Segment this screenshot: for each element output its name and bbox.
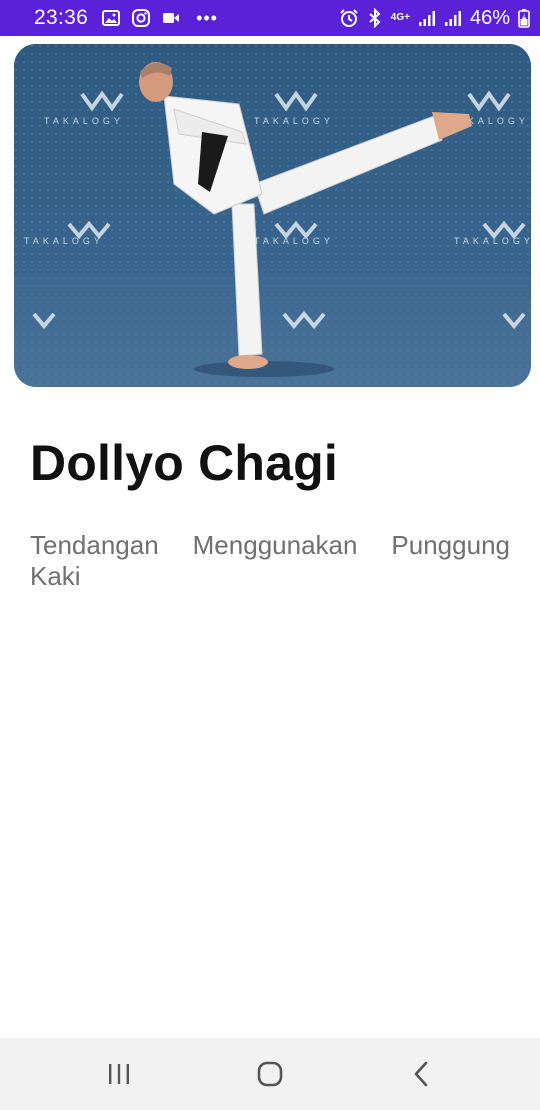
- watermark-text: TAKALOGY: [454, 236, 531, 246]
- back-button[interactable]: [391, 1054, 451, 1094]
- recent-apps-icon: [106, 1062, 132, 1086]
- page-title: Dollyo Chagi: [30, 435, 338, 491]
- home-button[interactable]: [240, 1054, 300, 1094]
- bluetooth-icon: [367, 8, 383, 28]
- kick-illustration-image: TAKALOGY TAKALOGY TAKALOGY TAKALOGY TAKA…: [14, 44, 531, 387]
- watermark-text: TAKALOGY: [24, 236, 104, 246]
- watermark-text: TAKALOGY: [254, 116, 334, 126]
- recent-apps-button[interactable]: [89, 1054, 149, 1094]
- gallery-icon: [102, 10, 121, 26]
- screen: 23:36 ••• 4G+ 46% TAKALOGY TAKALOGY TAKA…: [0, 0, 540, 1110]
- instagram-icon: [132, 9, 151, 27]
- watermark-text: TAKALOGY: [44, 116, 124, 126]
- network-type-label: 4G+: [390, 12, 410, 23]
- description-text: Tendangan Menggunakan Punggung Kaki: [30, 530, 510, 591]
- back-icon: [412, 1061, 430, 1087]
- alarm-icon: [339, 8, 359, 28]
- video-icon: [162, 11, 180, 25]
- signal-icon: [444, 9, 462, 27]
- more-notifications-icon: •••: [196, 7, 218, 28]
- battery-percentage: 46%: [469, 6, 510, 29]
- status-time: 23:36: [34, 6, 89, 29]
- system-icons: 4G+ 46%: [339, 7, 530, 30]
- home-icon: [257, 1061, 283, 1087]
- watermark-text: TAKALOGY: [254, 236, 334, 246]
- navigation-bar: [0, 1038, 540, 1110]
- signal-icon: [418, 9, 436, 27]
- notification-icons: •••: [102, 8, 218, 29]
- status-bar: 23:36 ••• 4G+ 46%: [0, 0, 540, 36]
- battery-charging-icon: [518, 8, 530, 28]
